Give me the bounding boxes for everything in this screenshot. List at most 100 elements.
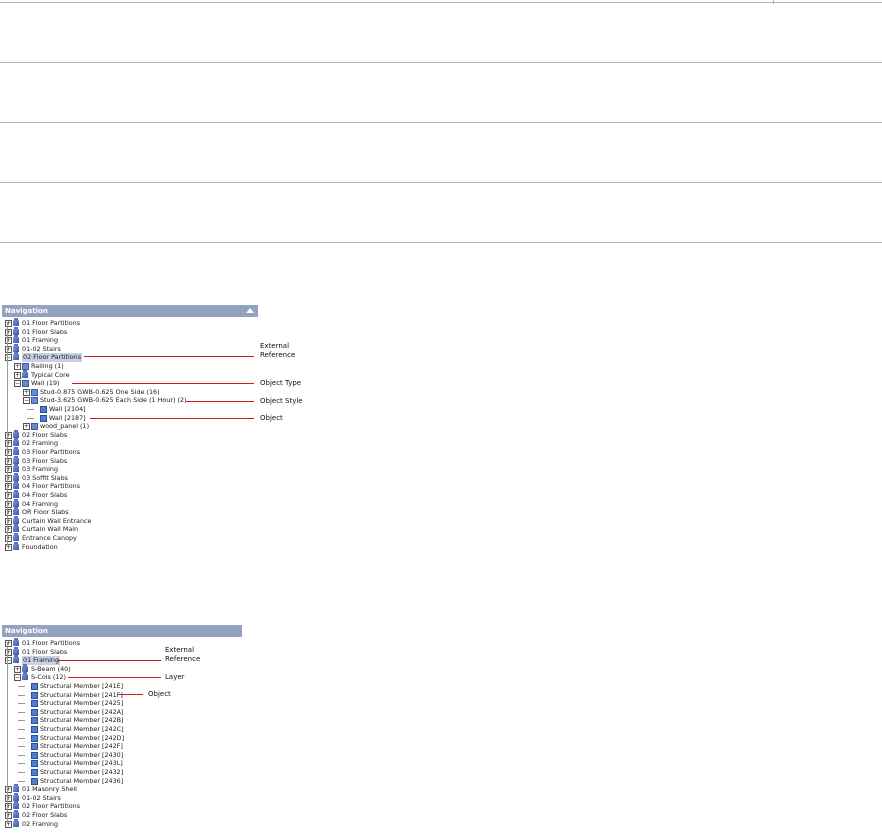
callout-line-object bbox=[90, 418, 254, 419]
tree-connector bbox=[27, 409, 34, 410]
object-icon bbox=[31, 717, 38, 725]
xref-icon bbox=[13, 447, 19, 455]
navigation-title: Navigation bbox=[5, 627, 48, 635]
tree-item-label: 02 Framing bbox=[22, 819, 59, 828]
object-icon bbox=[40, 414, 47, 422]
tree-item-label: Foundation bbox=[22, 542, 58, 551]
callout-line-object-style bbox=[186, 401, 254, 402]
tree-connector bbox=[18, 754, 25, 756]
xref-icon bbox=[13, 498, 19, 507]
xref-icon bbox=[13, 646, 19, 655]
object-icon bbox=[31, 708, 38, 716]
xref-icon bbox=[22, 369, 28, 378]
tree-guide-line bbox=[7, 643, 8, 824]
tree-connector bbox=[18, 772, 25, 773]
xref-icon bbox=[13, 335, 19, 344]
tree-connector bbox=[18, 703, 25, 705]
object-icon bbox=[31, 760, 38, 768]
expand-icon[interactable]: + bbox=[23, 388, 30, 396]
navigation-title: Navigation bbox=[5, 307, 48, 315]
xref-icon bbox=[13, 343, 19, 352]
tree-connector bbox=[18, 763, 25, 765]
callout-line-object bbox=[118, 694, 143, 695]
object-icon bbox=[31, 734, 38, 742]
expand-icon[interactable]: + bbox=[14, 371, 21, 379]
separator-line bbox=[0, 182, 882, 183]
callout-line-external-reference bbox=[84, 356, 254, 357]
xref-icon bbox=[13, 464, 19, 473]
callout-line-layer bbox=[68, 677, 161, 678]
object-type-icon bbox=[22, 380, 29, 388]
separator-line bbox=[0, 62, 882, 63]
object-icon bbox=[31, 726, 38, 733]
xref-icon bbox=[13, 638, 19, 646]
separator-tick bbox=[773, 0, 774, 4]
xref-icon bbox=[13, 792, 19, 801]
xref-icon bbox=[13, 507, 19, 516]
navigation-tree: +01 Floor Partitions +01 Floor Slabs −01 F… bbox=[2, 637, 242, 837]
expand-icon[interactable]: + bbox=[14, 665, 21, 673]
object-icon bbox=[31, 683, 38, 690]
tree-connector bbox=[27, 417, 34, 419]
callout-object-type: Object Type bbox=[260, 379, 302, 387]
object-icon bbox=[31, 777, 38, 785]
object-icon bbox=[31, 743, 38, 751]
navigation-titlebar: Navigation bbox=[2, 305, 258, 317]
separator-line bbox=[0, 2, 882, 3]
xref-icon bbox=[13, 438, 19, 447]
xref-icon bbox=[13, 801, 19, 810]
navigation-panel-2: Navigation +01 Floor Partitions +01 Floor… bbox=[2, 625, 242, 837]
tree-connector bbox=[18, 720, 25, 722]
callout-external-reference: External Reference bbox=[260, 342, 296, 359]
object-icon bbox=[31, 769, 38, 776]
xref-icon bbox=[13, 481, 19, 490]
tree-connector bbox=[18, 694, 25, 696]
tree-connector bbox=[18, 780, 25, 782]
object-type-icon bbox=[31, 397, 38, 405]
xref-icon bbox=[13, 429, 19, 438]
collapse-up-icon[interactable] bbox=[246, 308, 254, 313]
collapse-icon[interactable]: − bbox=[14, 674, 21, 682]
separator-line bbox=[0, 242, 882, 243]
xref-icon bbox=[13, 326, 19, 335]
object-type-icon bbox=[31, 388, 38, 396]
tree-connector bbox=[18, 711, 25, 713]
xref-icon bbox=[13, 533, 19, 541]
xref-icon bbox=[13, 352, 19, 361]
xref-icon bbox=[13, 455, 19, 464]
navigation-tree: +01 Floor Partitions +01 Floor Slabs +01 F… bbox=[2, 317, 258, 567]
navigation-panel-1: Navigation +01 Floor Partitions +01 Floor… bbox=[2, 305, 258, 567]
xref-icon bbox=[13, 818, 19, 827]
xref-icon bbox=[13, 810, 19, 818]
collapse-icon[interactable]: − bbox=[23, 397, 30, 405]
xref-icon bbox=[13, 318, 19, 326]
object-icon bbox=[31, 691, 38, 699]
xref-icon bbox=[22, 672, 28, 681]
collapse-icon[interactable]: − bbox=[14, 380, 21, 388]
tree-connector bbox=[18, 729, 25, 730]
xref-icon bbox=[13, 784, 19, 793]
separator-line bbox=[0, 122, 882, 123]
tree-connector bbox=[18, 686, 25, 687]
callout-layer: Layer bbox=[165, 673, 185, 681]
callout-object: Object bbox=[148, 690, 171, 698]
xref-icon bbox=[13, 490, 19, 498]
expand-icon[interactable]: + bbox=[23, 423, 30, 431]
navigation-titlebar: Navigation bbox=[2, 625, 242, 637]
xref-icon bbox=[13, 472, 19, 481]
object-icon bbox=[31, 751, 38, 759]
callout-object: Object bbox=[260, 414, 283, 422]
object-icon bbox=[40, 406, 47, 413]
xref-icon bbox=[13, 541, 19, 550]
object-type-icon bbox=[31, 423, 38, 431]
tree-guide-line bbox=[7, 323, 8, 547]
object-icon bbox=[31, 700, 38, 708]
callout-external-reference: External Reference bbox=[165, 646, 201, 663]
xref-icon bbox=[22, 663, 28, 672]
expand-icon[interactable]: + bbox=[14, 363, 21, 370]
tree-connector bbox=[18, 746, 25, 748]
xref-icon bbox=[13, 515, 19, 524]
xref-icon bbox=[13, 655, 19, 664]
callout-object-style: Object Style bbox=[260, 397, 303, 405]
callout-line-external-reference bbox=[57, 660, 161, 661]
